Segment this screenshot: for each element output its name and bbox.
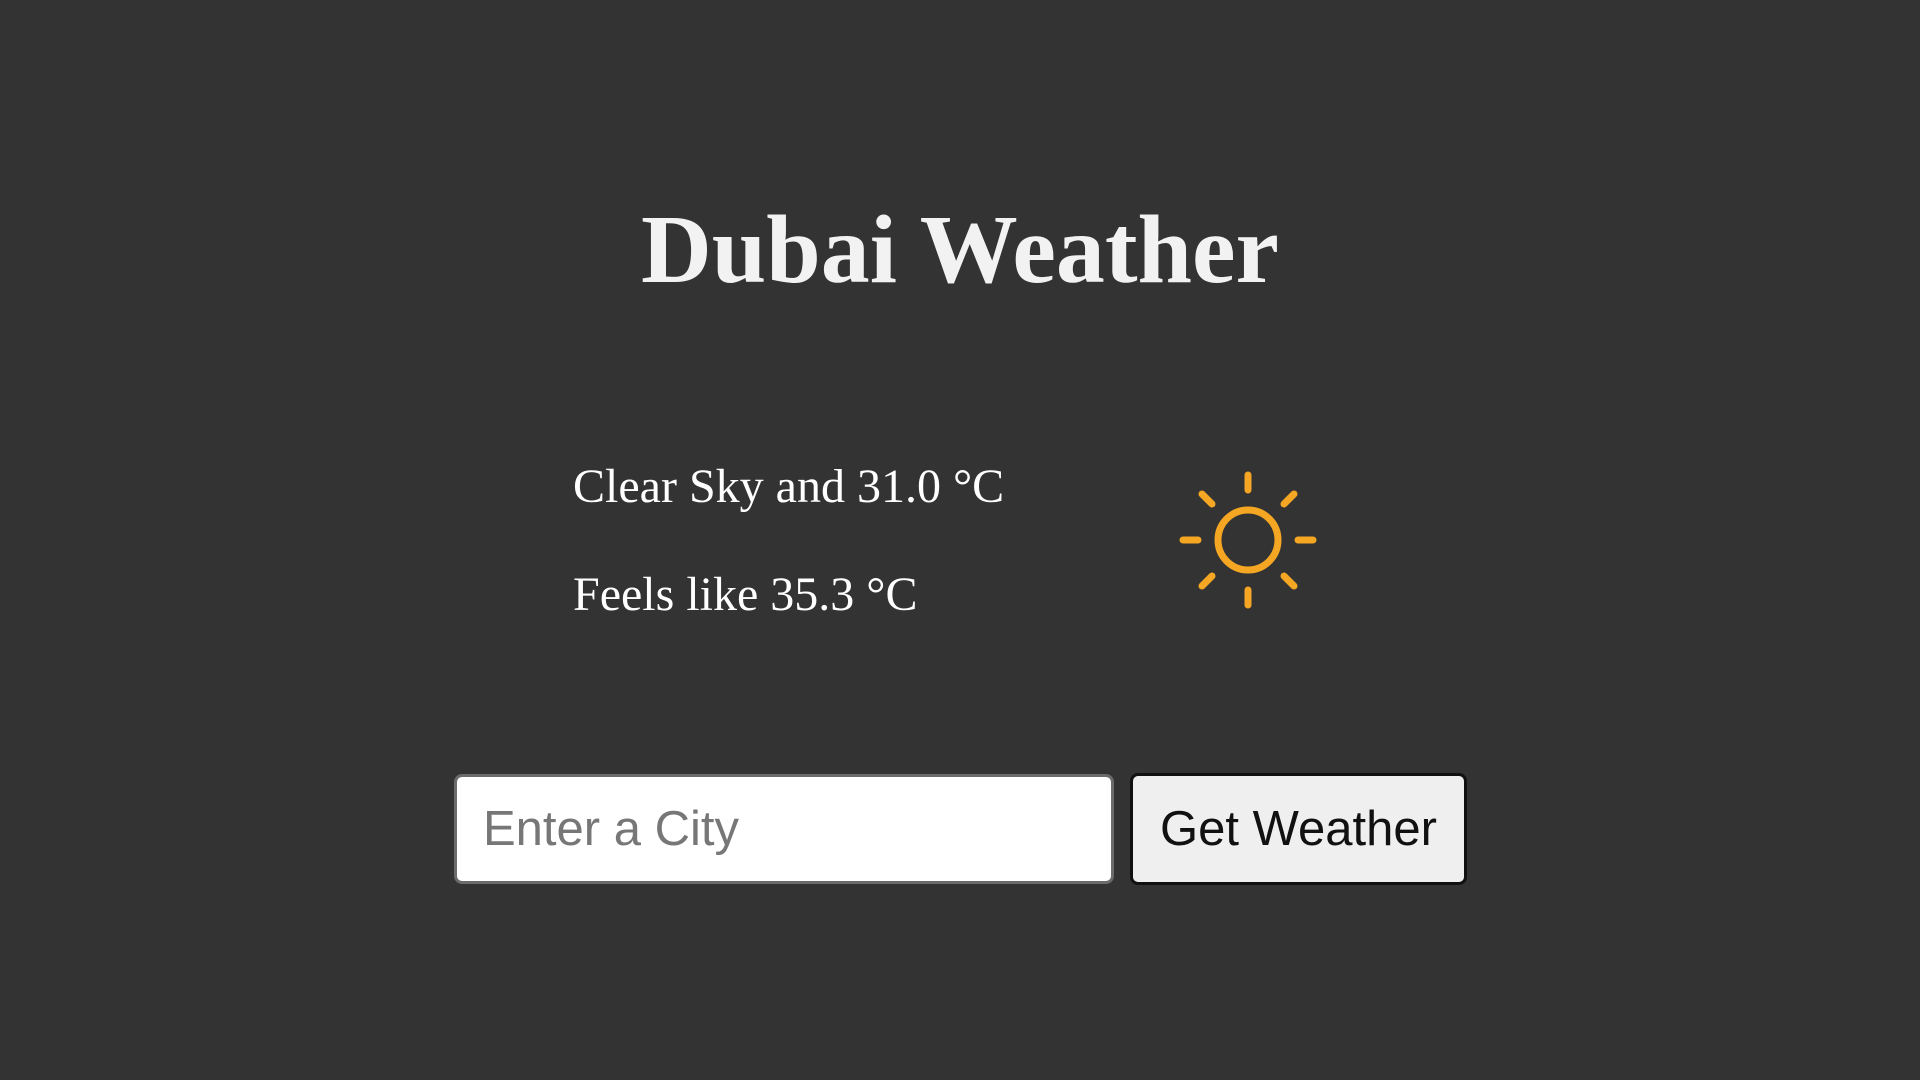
weather-summary: Clear Sky and 31.0 °C: [573, 460, 1005, 513]
page-title: Dubai Weather: [641, 196, 1279, 304]
weather-page: Dubai Weather Clear Sky and 31.0 °C Feel…: [0, 0, 1920, 1080]
feels-like-text: Feels like 35.3 °C: [573, 568, 918, 621]
get-weather-button[interactable]: Get Weather: [1130, 773, 1467, 885]
sun-icon: [1179, 471, 1317, 609]
city-input[interactable]: [454, 774, 1114, 884]
